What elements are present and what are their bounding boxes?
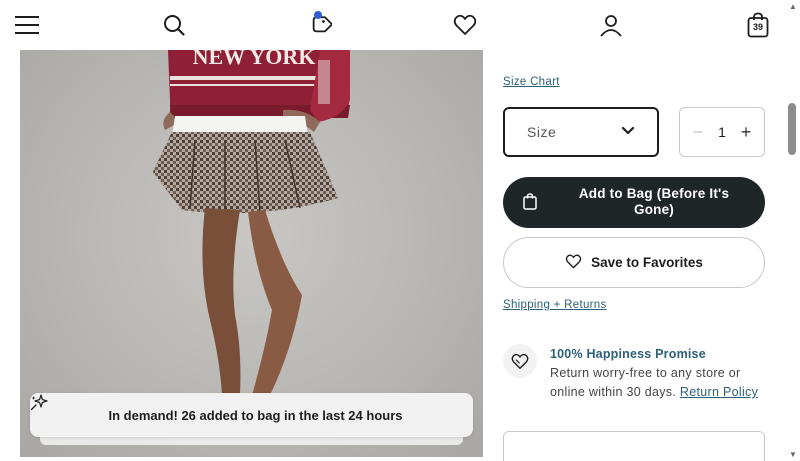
tag-icon[interactable]	[304, 9, 336, 41]
size-select-label: Size	[527, 124, 557, 140]
save-to-favorites-label: Save to Favorites	[591, 255, 703, 270]
sweater-text: NEW YORK	[193, 50, 316, 69]
size-chart-link[interactable]: Size Chart	[503, 76, 560, 88]
size-select[interactable]: Size	[503, 107, 659, 157]
scrollbar-thumb[interactable]	[788, 103, 796, 155]
search-icon[interactable]	[158, 9, 190, 41]
quantity-value: 1	[718, 124, 726, 140]
product-image[interactable]: NEW YORK Ella is 5'10" (1.78 m), wearing…	[20, 50, 483, 457]
promo-notification-dot	[314, 11, 322, 19]
chevron-down-icon	[621, 123, 635, 141]
happiness-promise-title: 100% Happiness Promise	[550, 347, 706, 361]
top-nav-bar: 39	[0, 0, 788, 50]
save-to-favorites-button[interactable]: Save to Favorites	[503, 237, 765, 288]
quantity-decrease-button[interactable]: −	[690, 123, 706, 141]
shopping-bag-icon[interactable]: 39	[742, 9, 774, 41]
return-policy-link[interactable]: Return Policy	[680, 385, 758, 399]
user-icon[interactable]	[595, 9, 627, 41]
in-demand-banner: In demand! 26 added to bag in the last 2…	[30, 393, 473, 437]
heart-icon[interactable]	[449, 9, 481, 41]
info-card	[503, 431, 765, 461]
shopping-bag-icon	[523, 193, 537, 215]
add-to-bag-label: Add to Bag (Before It's Gone)	[578, 186, 730, 217]
quantity-stepper: − 1 +	[679, 107, 765, 157]
page-scrollbar[interactable]: ▲ ▼	[786, 0, 800, 461]
in-demand-text: In demand! 26 added to bag in the last 2…	[108, 407, 403, 423]
shipping-returns-link[interactable]: Shipping + Returns	[503, 299, 607, 311]
scroll-down-arrow-icon[interactable]: ▼	[789, 450, 797, 459]
bag-count-badge: 39	[752, 22, 763, 32]
add-to-bag-button[interactable]: Add to Bag (Before It's Gone)	[503, 177, 765, 228]
happiness-promise-text: Return worry-free to any store or online…	[550, 364, 768, 402]
quantity-increase-button[interactable]: +	[738, 123, 754, 141]
scroll-up-arrow-icon[interactable]: ▲	[789, 2, 797, 11]
heart-icon	[565, 254, 582, 272]
hamburger-icon[interactable]	[11, 9, 43, 41]
happiness-heart-icon	[503, 344, 537, 378]
